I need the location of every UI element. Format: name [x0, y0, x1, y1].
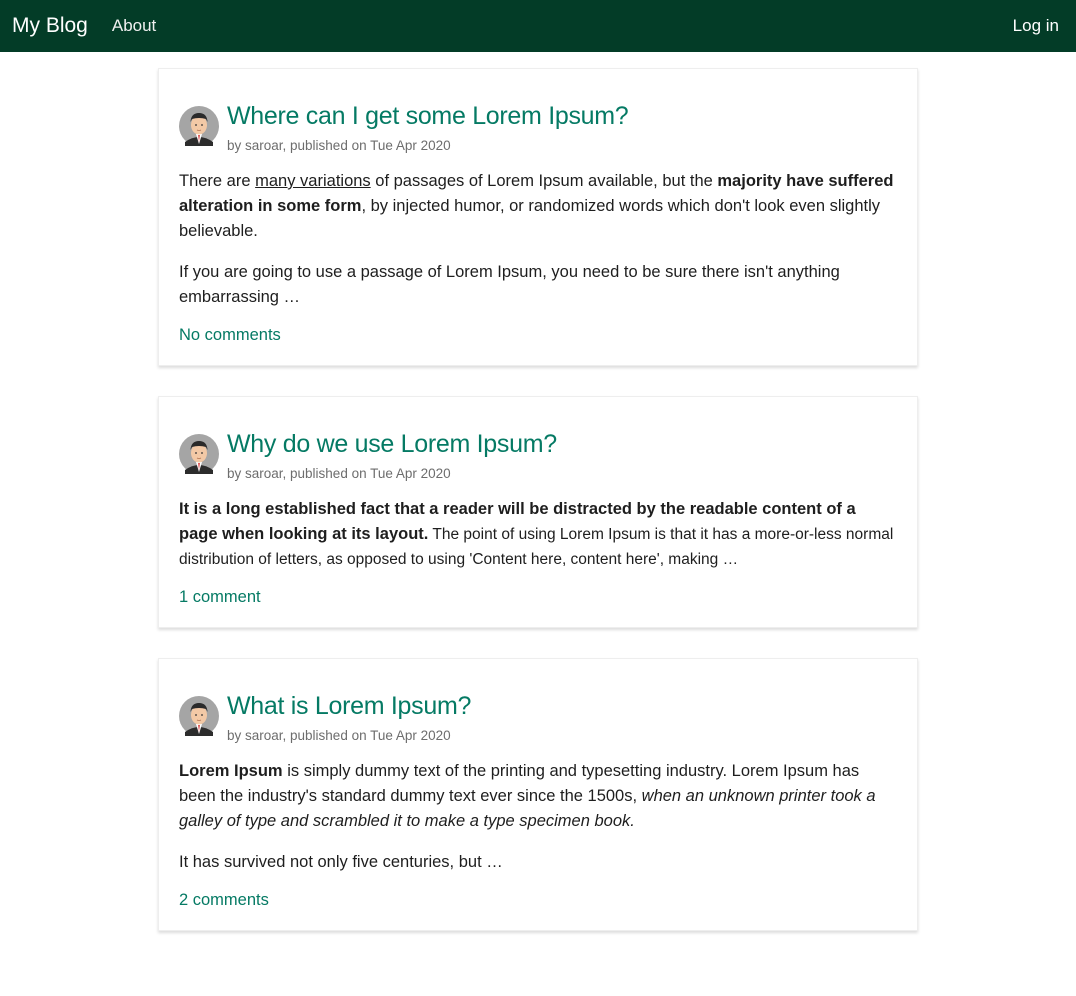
comments-link[interactable]: 2 comments	[179, 891, 269, 910]
post-header: Why do we use Lorem Ipsum? by saroar, pu…	[179, 429, 897, 481]
comments-link[interactable]: 1 comment	[179, 588, 261, 607]
login-link[interactable]: Log in	[1013, 16, 1059, 36]
avatar-icon	[179, 106, 219, 146]
post-card: Where can I get some Lorem Ipsum? by sar…	[158, 68, 918, 366]
excerpt-paragraph: It has survived not only five centuries,…	[179, 853, 503, 871]
excerpt-paragraph: It is a long established fact that a rea…	[179, 497, 897, 572]
top-navbar: My Blog About Log in	[0, 0, 1076, 52]
post-heading-block: Where can I get some Lorem Ipsum? by sar…	[227, 101, 629, 153]
post-excerpt: It is a long established fact that a rea…	[179, 497, 897, 572]
post-heading-block: What is Lorem Ipsum? by saroar, publishe…	[227, 691, 471, 743]
post-title-link[interactable]: Why do we use Lorem Ipsum?	[227, 429, 557, 459]
excerpt-paragraph: Lorem Ipsum is simply dummy text of the …	[179, 759, 897, 834]
avatar-icon	[179, 434, 219, 474]
nav-about-link[interactable]: About	[112, 16, 156, 36]
post-card: What is Lorem Ipsum? by saroar, publishe…	[158, 658, 918, 931]
post-meta: by saroar, published on Tue Apr 2020	[227, 138, 451, 153]
underlined-text: many variations	[255, 172, 371, 190]
post-meta: by saroar, published on Tue Apr 2020	[227, 466, 451, 481]
text-run: of passages of Lorem Ipsum available, bu…	[370, 172, 718, 190]
excerpt-paragraph: If you are going to use a passage of Lor…	[179, 263, 840, 306]
post-title-link[interactable]: What is Lorem Ipsum?	[227, 691, 471, 721]
comments-link[interactable]: No comments	[179, 326, 281, 345]
post-title-link[interactable]: Where can I get some Lorem Ipsum?	[227, 101, 629, 131]
post-card: Why do we use Lorem Ipsum? by saroar, pu…	[158, 396, 918, 628]
post-header: Where can I get some Lorem Ipsum? by sar…	[179, 101, 897, 153]
post-header: What is Lorem Ipsum? by saroar, publishe…	[179, 691, 897, 743]
brand-link[interactable]: My Blog	[12, 14, 88, 38]
post-meta: by saroar, published on Tue Apr 2020	[227, 728, 451, 743]
excerpt-paragraph: There are many variations of passages of…	[179, 169, 897, 244]
bold-text: Lorem Ipsum	[179, 762, 283, 780]
post-excerpt: There are many variations of passages of…	[179, 169, 897, 310]
avatar-icon	[179, 696, 219, 736]
text-run: There are	[179, 172, 256, 190]
post-feed: Where can I get some Lorem Ipsum? by sar…	[158, 68, 918, 931]
post-heading-block: Why do we use Lorem Ipsum? by saroar, pu…	[227, 429, 557, 481]
post-excerpt: Lorem Ipsum is simply dummy text of the …	[179, 759, 897, 875]
